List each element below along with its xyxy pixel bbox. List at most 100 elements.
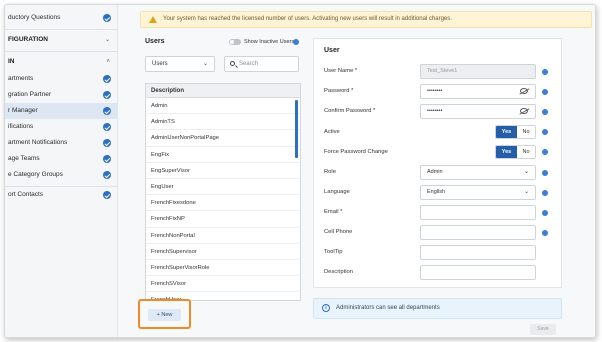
sidebar-item-label: r Manager [8,107,38,114]
save-button[interactable]: Save [530,324,556,335]
chevron-down-icon: ⌄ [523,189,529,195]
sidebar-section-admin[interactable]: IN ˄ [5,54,118,70]
list-item[interactable]: EngUser [146,179,300,196]
active-label: Active [324,129,340,135]
check-circle-icon [103,123,111,131]
list-item[interactable]: AdminTS [146,114,300,131]
sidebar-item-label: ductory Questions [8,14,61,21]
search-placeholder: Search [239,61,259,67]
tooltip-field[interactable] [420,245,536,260]
info-icon[interactable] [542,109,548,115]
language-select[interactable]: English ⌄ [420,185,536,200]
new-user-button[interactable]: + New [148,309,181,321]
description-field[interactable] [420,265,536,280]
info-icon[interactable] [542,89,548,95]
info-icon[interactable] [293,39,299,45]
info-icon[interactable] [542,190,548,196]
app-window: ductory Questions FIGURATION ⌄ IN ˄ artm… [4,4,596,338]
info-icon[interactable] [542,210,548,216]
sidebar-item-integration-partner[interactable]: gration Partner [5,87,118,103]
list-item[interactable]: EngFix [146,147,300,163]
force-no-option[interactable]: No [517,146,535,158]
password-field[interactable]: •••••••• [420,84,536,99]
sidebar-item-label: ifications [8,123,34,130]
list-item[interactable]: Admin [146,98,300,115]
admin-info-note: i Administrators can see all departments [313,298,562,319]
list-item[interactable]: FrenchSVisor [146,276,300,293]
info-icon[interactable] [542,129,548,135]
force-yes-option[interactable]: Yes [496,146,517,158]
list-item[interactable]: FrenchSuperVisorRole [146,260,300,277]
eye-off-icon[interactable] [520,108,528,114]
sidebar-item-department-notifications[interactable]: artment Notifications [5,135,118,151]
list-item[interactable]: AdminUserNonPortalPage [146,130,300,147]
confirm-password-field[interactable]: •••••••• [420,104,536,119]
sidebar-item-departments[interactable]: artments [5,71,118,87]
password-value: •••••••• [427,88,443,94]
toggle-knob [230,40,234,44]
sidebar: ductory Questions FIGURATION ⌄ IN ˄ artm… [5,5,118,337]
list-item[interactable]: FrenchFixesdone [146,195,300,212]
user-type-select[interactable]: Users ⌄ [145,56,215,72]
users-title: Users [145,38,165,45]
language-label: Language [324,189,350,195]
sidebar-item-label: age Teams [8,155,40,162]
new-button-highlight: + New [138,299,191,329]
check-circle-icon [103,14,111,22]
sidebar-item-notifications[interactable]: ifications [5,119,118,135]
force-password-change-label: Force Password Change [324,149,388,155]
check-circle-icon [103,155,111,163]
email-label: Email * [324,209,343,215]
check-circle-icon [103,107,111,115]
force-password-yes-no-toggle[interactable]: Yes No [495,145,536,159]
active-yes-option[interactable]: Yes [496,126,517,138]
user-form-panel: User User Name * Test_Steve1 Password * … [313,38,562,288]
check-circle-icon [103,139,111,147]
sidebar-item-category-groups[interactable]: e Category Groups [5,167,118,183]
admin-note-text: Administrators can see all departments [336,305,440,311]
active-no-option[interactable]: No [517,126,535,138]
chevron-down-icon: ⌄ [523,169,529,175]
info-icon[interactable] [542,170,548,176]
search-icon [230,61,235,66]
sidebar-item-manage-teams[interactable]: age Teams [5,151,118,167]
email-field[interactable] [420,205,536,220]
info-icon[interactable] [542,230,548,236]
show-inactive-toggle[interactable] [229,39,241,45]
username-field[interactable]: Test_Steve1 [420,64,536,79]
check-circle-icon [103,171,111,179]
main-content: Your system has reached the licensed num… [119,5,595,337]
sidebar-item-user-manager[interactable]: r Manager [5,103,118,119]
sidebar-item-label: artment Notifications [8,139,68,146]
list-item[interactable]: FrenchSupervisor [146,244,300,260]
eye-off-icon[interactable] [520,88,528,94]
sidebar-divider [5,29,118,30]
screenshot-frame: ductory Questions FIGURATION ⌄ IN ˄ artm… [0,0,602,342]
select-value: Users [152,61,168,67]
sidebar-item-support-contacts[interactable]: ort Contacts [5,187,118,203]
cell-phone-field[interactable] [420,225,536,240]
sidebar-item-introductory-questions[interactable]: ductory Questions [5,10,118,26]
chevron-down-icon: ⌄ [202,61,208,67]
cell-phone-label: Cell Phone [324,229,353,235]
license-warning-banner: Your system has reached the licensed num… [140,11,592,28]
search-input[interactable]: Search [224,56,299,72]
role-select[interactable]: Admin ⌄ [420,165,536,180]
warning-text: Your system has reached the licensed num… [163,16,452,22]
active-yes-no-toggle[interactable]: Yes No [495,125,536,139]
description-label: Description [324,269,353,275]
list-header: Description [146,84,300,98]
sidebar-item-label: ort Contacts [8,191,44,198]
list-item[interactable]: FrenchFixNP [146,211,300,228]
chevron-up-icon: ˄ [106,59,110,65]
password-label: Password * [324,88,354,94]
list-item[interactable]: EngSuperVisor [146,163,300,179]
list-item[interactable]: FrenchNonPortal [146,228,300,244]
role-value: Admin [427,169,443,175]
sidebar-section-configuration[interactable]: FIGURATION ⌄ [5,32,118,48]
list-scrollbar[interactable] [295,100,298,158]
info-icon[interactable] [542,149,548,155]
check-circle-icon [103,91,111,99]
info-icon[interactable] [542,69,548,75]
check-circle-icon [103,191,111,199]
